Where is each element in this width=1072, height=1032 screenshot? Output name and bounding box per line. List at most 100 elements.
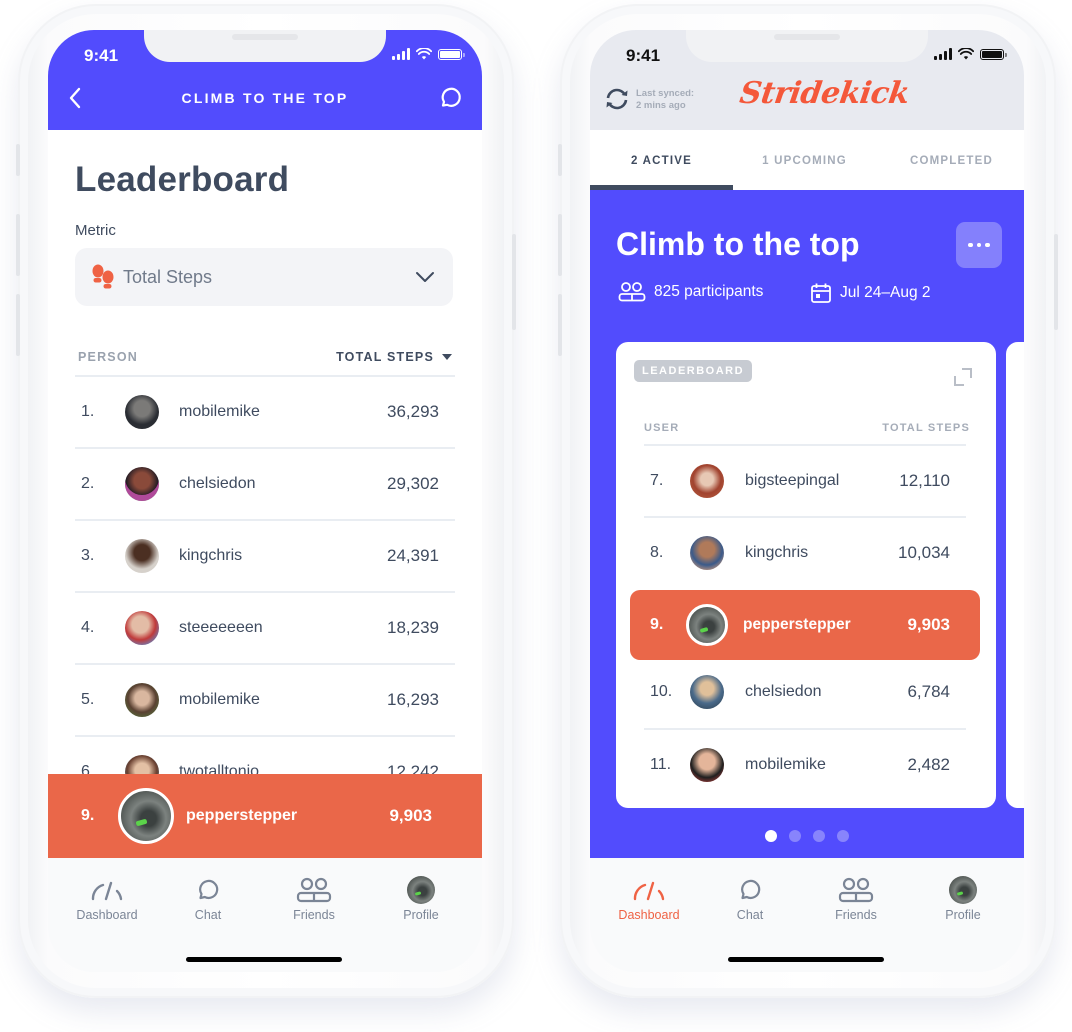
chat-bubble-icon[interactable]	[438, 86, 462, 110]
tab-dashboard[interactable]: Dashboard	[62, 876, 152, 922]
date-range: Jul 24–Aug 2	[840, 284, 931, 301]
leaderboard-row[interactable]: 5. mobilemike 16,293	[75, 663, 455, 735]
current-user-avatar	[118, 788, 174, 844]
date-range-info: Jul 24–Aug 2	[810, 282, 931, 304]
friends-icon	[296, 877, 332, 903]
participants-info: 825 participants	[618, 282, 763, 302]
leaderboard-row[interactable]: 11. mobilemike 2,482	[644, 728, 966, 800]
tab-profile[interactable]: Profile	[376, 876, 466, 922]
avatar	[125, 395, 159, 429]
page-dot[interactable]	[789, 830, 801, 842]
current-user-row[interactable]: 9. pepperstepper 9,903	[630, 590, 980, 660]
challenge-panel: Climb to the top 825 participants Jul 24…	[590, 190, 1024, 858]
username: pepperstepper	[186, 807, 298, 824]
step-count: 16,293	[387, 690, 439, 709]
friends-icon	[838, 877, 874, 903]
status-time: 9:41	[84, 46, 119, 65]
page-dot[interactable]	[837, 830, 849, 842]
footprints-icon	[92, 264, 114, 289]
step-count: 9,903	[907, 615, 950, 634]
leaderboard-heading: Leaderboard	[75, 160, 290, 199]
tab-label: Profile	[945, 908, 981, 922]
participants-count: 825 participants	[654, 283, 764, 300]
battery-icon	[438, 48, 465, 60]
tab-friends[interactable]: Friends	[269, 876, 359, 922]
home-indicator[interactable]	[186, 957, 342, 962]
tab-profile[interactable]: Profile	[918, 876, 1008, 922]
leaderboard-row[interactable]: 3. kingchris 24,391	[75, 519, 455, 591]
avatar	[690, 675, 724, 709]
volume-up-button	[558, 214, 562, 276]
status-time: 9:41	[626, 46, 661, 65]
power-button	[512, 234, 516, 330]
avatar	[125, 467, 159, 501]
battery-icon	[980, 48, 1007, 60]
bottom-tab-bar: Dashboard Chat Friends Profile	[48, 858, 482, 972]
leaderboard-row[interactable]: 1. mobilemike 36,293	[75, 375, 455, 447]
more-options-button[interactable]	[956, 222, 1002, 268]
tab-completed[interactable]: COMPLETED	[880, 130, 1023, 190]
tab-chat[interactable]: Chat	[705, 876, 795, 922]
screen-leaderboard: 9:41 CLIMB TO THE TOP Leaderboard Metric…	[48, 30, 482, 972]
last-synced-time: 2 mins ago	[636, 100, 686, 111]
rank: 8.	[650, 544, 664, 561]
leaderboard-card[interactable]: LEADERBOARD USER TOTAL STEPS 7. bigsteep…	[616, 342, 996, 808]
metric-dropdown[interactable]: Total Steps	[75, 248, 453, 306]
rank: 10.	[650, 683, 673, 700]
avatar	[125, 683, 159, 717]
more-horizontal-icon	[968, 242, 973, 248]
tab-upcoming[interactable]: 1 UPCOMING	[733, 130, 876, 190]
rank: 9.	[650, 616, 664, 633]
challenge-tabs: 2 ACTIVE 1 UPCOMING COMPLETED	[590, 130, 1024, 190]
leaderboard-row[interactable]: 7. bigsteepingal 12,110	[644, 444, 966, 516]
screen-dashboard: 9:41 Last synced: 2 mins ago Stridekick	[590, 30, 1024, 972]
page-dot-active[interactable]	[765, 830, 777, 842]
chevron-down-icon	[416, 272, 434, 282]
speedometer-icon	[633, 881, 665, 901]
leaderboard-row[interactable]: 10. chelsiedon 6,784	[644, 656, 966, 728]
avatar	[125, 611, 159, 645]
volume-down-button	[16, 294, 20, 356]
sync-icon[interactable]	[604, 86, 630, 112]
leaderboard-content: Leaderboard Metric Total Steps PERSON TO…	[48, 130, 482, 860]
leaderboard-row[interactable]: 4. steeeeeeen 18,239	[75, 591, 455, 663]
home-indicator[interactable]	[728, 957, 884, 962]
page-dot[interactable]	[813, 830, 825, 842]
leaderboard-badge: LEADERBOARD	[634, 360, 753, 382]
tab-label: Friends	[835, 908, 877, 922]
step-count: 9,903	[389, 806, 432, 825]
next-card-peek[interactable]	[1006, 342, 1024, 808]
tab-chat[interactable]: Chat	[163, 876, 253, 922]
column-header-total-steps[interactable]: TOTAL STEPS	[336, 350, 452, 364]
step-count: 24,391	[387, 546, 439, 565]
stridekick-logo: Stridekick	[737, 76, 912, 111]
chat-bubble-icon	[741, 879, 761, 900]
tab-label: Dashboard	[76, 908, 138, 922]
avatar	[690, 748, 724, 782]
rank: 7.	[650, 472, 664, 489]
step-count: 10,034	[898, 543, 950, 562]
tab-label: Chat	[194, 908, 222, 922]
current-user-row[interactable]: 9. pepperstepper 9,903	[48, 774, 482, 858]
tab-friends[interactable]: Friends	[811, 876, 901, 922]
wifi-icon	[416, 48, 432, 60]
avatar	[125, 539, 159, 573]
avatar	[690, 464, 724, 498]
sort-descending-icon	[442, 354, 452, 360]
page-title: CLIMB TO THE TOP	[181, 90, 349, 106]
chat-bubble-icon	[199, 879, 219, 900]
leaderboard-row[interactable]: 2. chelsiedon 29,302	[75, 447, 455, 519]
tab-active[interactable]: 2 ACTIVE	[590, 130, 733, 190]
tab-dashboard[interactable]: Dashboard	[604, 876, 694, 922]
expand-icon[interactable]	[952, 366, 974, 388]
leaderboard-row[interactable]: 8. kingchris 10,034	[644, 516, 966, 588]
rank: 9.	[81, 807, 95, 824]
last-synced-label: Last synced:	[636, 88, 695, 99]
volume-down-button	[558, 294, 562, 356]
step-count: 12,110	[899, 471, 950, 490]
profile-avatar	[407, 876, 435, 904]
page-indicator	[590, 830, 1024, 842]
step-count: 18,239	[387, 618, 439, 637]
cellular-signal-icon	[392, 48, 410, 60]
tab-label: Profile	[403, 908, 439, 922]
